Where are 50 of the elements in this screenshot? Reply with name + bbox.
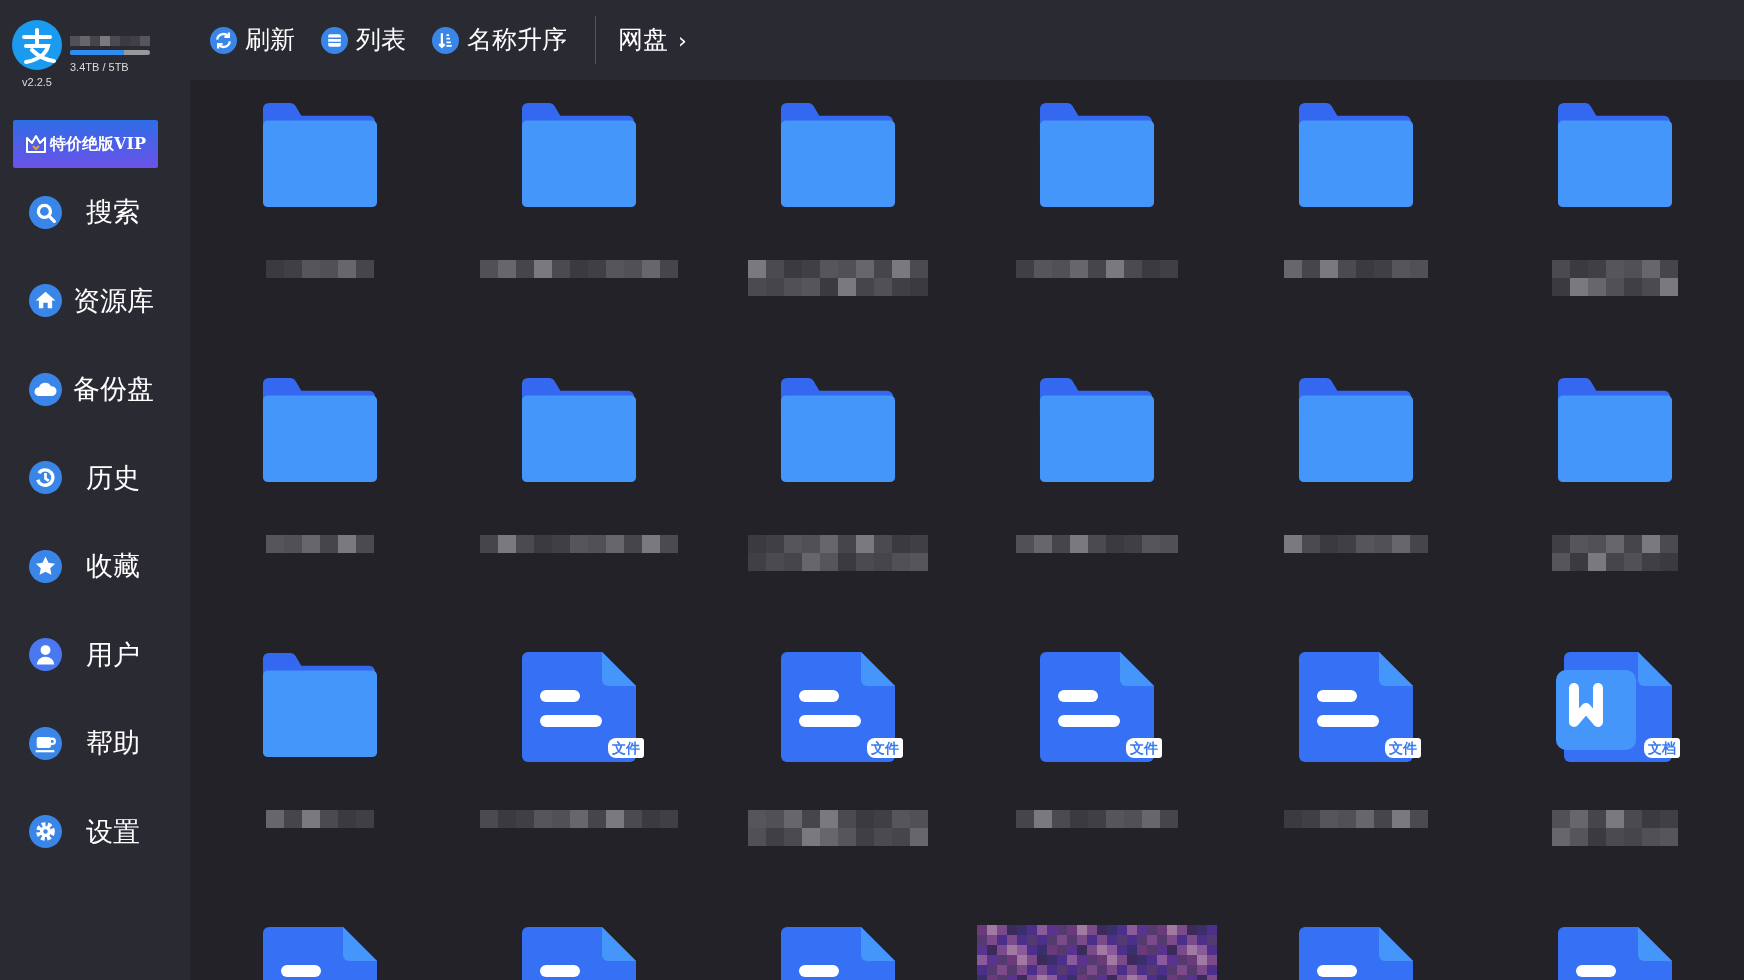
folder-icon[interactable]: [519, 100, 638, 210]
document-icon[interactable]: [1296, 650, 1415, 764]
sidebar-item[interactable]: 搜索: [0, 168, 190, 257]
search-icon: [29, 195, 62, 229]
document-icon[interactable]: [1037, 650, 1156, 764]
cloud-icon: [29, 372, 62, 406]
folder-icon[interactable]: [260, 650, 379, 760]
breadcrumb-link[interactable]: 网盘 ›: [618, 21, 687, 59]
folder-icon[interactable]: [1037, 375, 1156, 485]
file-type-badge: 文件: [1384, 738, 1421, 758]
folder-icon[interactable]: [260, 375, 379, 485]
version-label: v2.2.5: [22, 75, 52, 90]
word-document-icon[interactable]: [1555, 650, 1674, 764]
folder-icon[interactable]: [1296, 375, 1415, 485]
toolbar-button[interactable]: 名称升序: [430, 21, 569, 59]
sidebar-item[interactable]: 设置: [0, 787, 190, 876]
refresh-icon: [210, 26, 237, 54]
folder-icon[interactable]: [1555, 375, 1674, 485]
sidebar-item[interactable]: 收藏: [0, 522, 190, 611]
app-logo: [12, 20, 62, 70]
file-type-badge: 文档: [1643, 738, 1680, 758]
document-icon[interactable]: [778, 650, 897, 764]
sidebar-item[interactable]: 用户: [0, 610, 190, 699]
crown-icon: [25, 134, 48, 154]
file-type-badge: 文件: [866, 738, 903, 758]
sort-icon: [432, 26, 459, 54]
vip-button[interactable]: 特价绝版VIP: [13, 120, 158, 168]
toolbar-button[interactable]: 刷新: [208, 21, 297, 59]
history-icon: [29, 461, 62, 495]
sidebar-item[interactable]: 备份盘: [0, 345, 190, 434]
user-icon: [29, 638, 62, 672]
document-icon[interactable]: [519, 650, 638, 764]
cup-icon: [29, 726, 62, 760]
file-type-badge: 文件: [607, 738, 644, 758]
toolbar-button[interactable]: 列表: [319, 21, 408, 59]
folder-icon[interactable]: [1037, 100, 1156, 210]
home-icon: [29, 284, 62, 318]
sidebar-item[interactable]: 帮助: [0, 699, 190, 788]
folder-icon[interactable]: [778, 375, 897, 485]
list-icon: [321, 26, 348, 54]
settings-icon: [29, 815, 62, 849]
storage-usage-text: 3.4TB / 5TB: [70, 60, 130, 75]
folder-icon[interactable]: [1296, 100, 1415, 210]
file-type-badge: 文件: [1125, 738, 1162, 758]
sidebar-item[interactable]: 历史: [0, 433, 190, 522]
folder-icon[interactable]: [260, 100, 379, 210]
folder-icon[interactable]: [778, 100, 897, 210]
folder-icon[interactable]: [1555, 100, 1674, 210]
sidebar-item[interactable]: 资源库: [0, 256, 190, 345]
folder-icon[interactable]: [519, 375, 638, 485]
